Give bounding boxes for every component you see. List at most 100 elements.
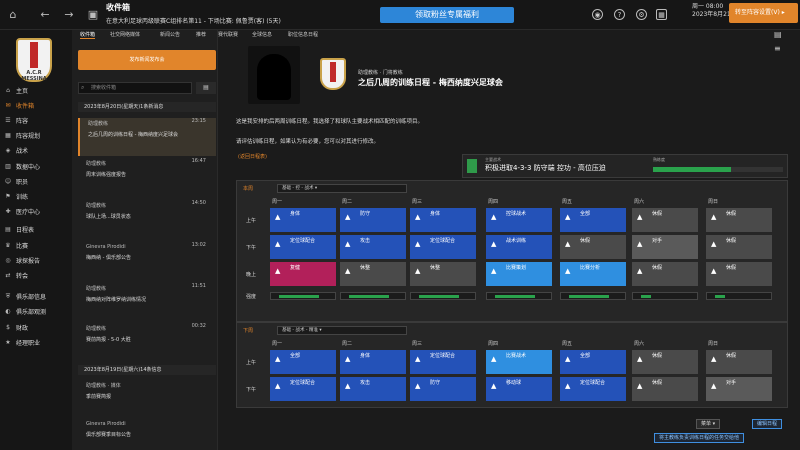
social-icon[interactable]: ◉: [592, 9, 603, 20]
sidebar-item-6[interactable]: ☺ 职员: [4, 175, 70, 187]
training-session-cell[interactable]: ▲ 比赛策划: [486, 262, 552, 286]
sidebar-item-3[interactable]: ▦ 阵容规划: [4, 130, 70, 142]
training-session-cell[interactable]: ▲ 攻击: [340, 235, 406, 259]
new-press-button[interactable]: 发布新闻发布会: [78, 50, 216, 70]
back-to-schedule-link[interactable]: (返回日程表): [238, 153, 267, 160]
delegate-training-button[interactable]: 将主教练负责训练日程的任务交给他: [654, 433, 745, 443]
week2-dropdown[interactable]: 基础 - 战术 - 精准 ▾: [277, 326, 407, 335]
training-icon: ⚑: [5, 192, 11, 200]
training-session-cell[interactable]: ▲ 移动球: [486, 377, 552, 401]
tab-6[interactable]: 职位信息日程: [288, 31, 318, 38]
training-session-cell[interactable]: ▲ 定位球配合: [410, 235, 476, 259]
message-item[interactable]: 助理教练 11:51 梅西纳对阵维罗纳训练情况: [78, 283, 216, 313]
sidebar-item-0[interactable]: ⌂ 主页: [4, 84, 70, 96]
sidebar-item-9[interactable]: ▤ 日程表: [4, 224, 70, 236]
training-session-cell[interactable]: ▲ 定位球配合: [410, 350, 476, 374]
settings-icon[interactable]: ⚙: [636, 9, 647, 20]
help-icon[interactable]: ?: [614, 9, 625, 20]
training-session-cell[interactable]: ▲ 复健: [270, 262, 336, 286]
message-item[interactable]: 助理教练 14:50 球队上场...球员状态: [78, 200, 216, 230]
day-header: 周二: [342, 199, 353, 205]
tactic-card[interactable]: 主要战术 积极进取4-3-3 防守端 控功 - 高位压迫 熟练度: [462, 154, 788, 178]
training-session-cell[interactable]: ▲ 休假: [706, 235, 772, 259]
training-session-cell[interactable]: ▲ 休整: [410, 262, 476, 286]
training-session-cell[interactable]: ▲ 防守: [410, 377, 476, 401]
training-session-cell[interactable]: ▲ 身体: [410, 208, 476, 232]
tab-3[interactable]: 推荐: [196, 31, 206, 38]
training-session-cell[interactable]: ▲ 休假: [560, 235, 626, 259]
menu-button[interactable]: 菜单 ▾: [696, 419, 721, 429]
sidebar-item-label: 日程表: [16, 227, 35, 235]
tab-1[interactable]: 社交网络媒体: [110, 31, 140, 38]
message-item[interactable]: Ginevra Pirodidi 13:02 梅西纳 - 俱乐部公告: [78, 242, 216, 272]
tab-4[interactable]: 赛代联赛: [218, 31, 238, 38]
sidebar-item-11[interactable]: ◎ 球探报告: [4, 254, 70, 266]
training-session-cell[interactable]: ▲ 对手: [706, 377, 772, 401]
training-session-cell[interactable]: ▲ 休假: [632, 262, 698, 286]
sidebar-item-4[interactable]: ◈ 战术: [4, 145, 70, 157]
forward-icon[interactable]: →: [62, 8, 76, 21]
bookmark-icon[interactable]: ▣: [86, 8, 100, 21]
edit-schedule-button[interactable]: 编辑日程: [752, 419, 783, 429]
inbox-search-input[interactable]: 搜索收件箱: [78, 82, 192, 94]
message-group-header[interactable]: 2023年8月20日(星期天)1条新消息: [78, 102, 216, 112]
tab-5[interactable]: 全球信息: [252, 31, 272, 38]
training-session-cell[interactable]: ▲ 控球战术: [486, 208, 552, 232]
training-session-cell[interactable]: ▲ 攻击: [340, 377, 406, 401]
training-session-cell[interactable]: ▲ 定位球配合: [560, 377, 626, 401]
message-item[interactable]: 助理教练 · 媒体 季前赛简报: [78, 380, 216, 410]
sidebar-item-13[interactable]: ⛨ 俱乐部信息: [4, 291, 70, 303]
training-session-cell[interactable]: ▲ 休假: [632, 208, 698, 232]
training-session-cell[interactable]: ▲ 全部: [560, 350, 626, 374]
training-session-cell[interactable]: ▲ 身体: [340, 350, 406, 374]
sidebar-item-10[interactable]: ♛ 比赛: [4, 239, 70, 251]
promo-button[interactable]: 领取粉丝专属福利: [380, 7, 514, 23]
training-session-cell[interactable]: ▲ 定位球配合: [270, 377, 336, 401]
week1-dropdown[interactable]: 基础 - 控 - 战术 ▾: [277, 184, 407, 193]
training-session-cell[interactable]: ▲ 休假: [632, 350, 698, 374]
training-session-cell[interactable]: ▲ 比赛战术: [486, 350, 552, 374]
tab-2[interactable]: 新闻公告: [160, 31, 180, 38]
sidebar-item-1[interactable]: ✉ 收件箱: [4, 99, 70, 111]
training-session-cell[interactable]: ▲ 全部: [270, 350, 336, 374]
training-session-cell[interactable]: ▲ 休假: [706, 262, 772, 286]
session-label: 上午: [246, 218, 257, 224]
message-group-header[interactable]: 2023年8月19日(星期六)14条信息: [78, 365, 216, 375]
training-type-icon: ▲: [711, 267, 717, 275]
home-icon[interactable]: ⌂: [6, 8, 20, 21]
sidebar-item-5[interactable]: ▥ 数据中心: [4, 160, 70, 172]
sidebar-item-14[interactable]: ◐ 俱乐部观测: [4, 306, 70, 318]
expand-icon[interactable]: ≡: [774, 44, 781, 53]
training-session-cell[interactable]: ▲ 休假: [706, 350, 772, 374]
sidebar-item-7[interactable]: ⚑ 训练: [4, 190, 70, 202]
session-name: 控球战术: [506, 211, 527, 217]
training-session-cell[interactable]: ▲ 休整: [340, 262, 406, 286]
training-session-cell[interactable]: ▲ 比赛分析: [560, 262, 626, 286]
print-icon[interactable]: ▤: [774, 30, 782, 39]
sidebar-item-8[interactable]: ✚ 医疗中心: [4, 206, 70, 218]
sidebar-item-2[interactable]: ☰ 阵容: [4, 114, 70, 126]
training-session-cell[interactable]: ▲ 对手: [632, 235, 698, 259]
message-item[interactable]: 助理教练 00:32 赛前简报 - 5-0 大胜: [78, 323, 216, 353]
continue-button[interactable]: 转至阵容设置(V) ▸: [729, 3, 798, 23]
training-session-cell[interactable]: ▲ 全部: [560, 208, 626, 232]
message-item[interactable]: Ginevra Pirodidi 俱乐部赛季目标公告: [78, 419, 216, 449]
sidebar-item-12[interactable]: ⇄ 转会: [4, 269, 70, 281]
training-session-cell[interactable]: ▲ 战术训练: [486, 235, 552, 259]
sidebar-item-15[interactable]: $ 财政: [4, 321, 70, 333]
sidebar-item-label: 阵容: [16, 117, 29, 125]
training-session-cell[interactable]: ▲ 休假: [706, 208, 772, 232]
sidebar-item-label: 医疗中心: [16, 209, 41, 217]
message-subject: 球队上场...球员状态: [86, 214, 131, 220]
training-session-cell[interactable]: ▲ 防守: [340, 208, 406, 232]
calendar-icon[interactable]: ▦: [656, 9, 667, 20]
message-item[interactable]: 助理教练 23:15 之后几周的训练日程 - 梅西纳度兴足球会: [78, 118, 216, 156]
back-icon[interactable]: ←: [38, 8, 52, 21]
tab-0[interactable]: 收件箱: [80, 31, 96, 39]
sidebar-item-16[interactable]: ★ 经理职业: [4, 336, 70, 348]
training-session-cell[interactable]: ▲ 身体: [270, 208, 336, 232]
message-item[interactable]: 助理教练 16:47 周末训练强度报告: [78, 158, 216, 188]
filter-button[interactable]: ▤: [196, 82, 216, 94]
training-session-cell[interactable]: ▲ 休假: [632, 377, 698, 401]
training-session-cell[interactable]: ▲ 定位球配合: [270, 235, 336, 259]
